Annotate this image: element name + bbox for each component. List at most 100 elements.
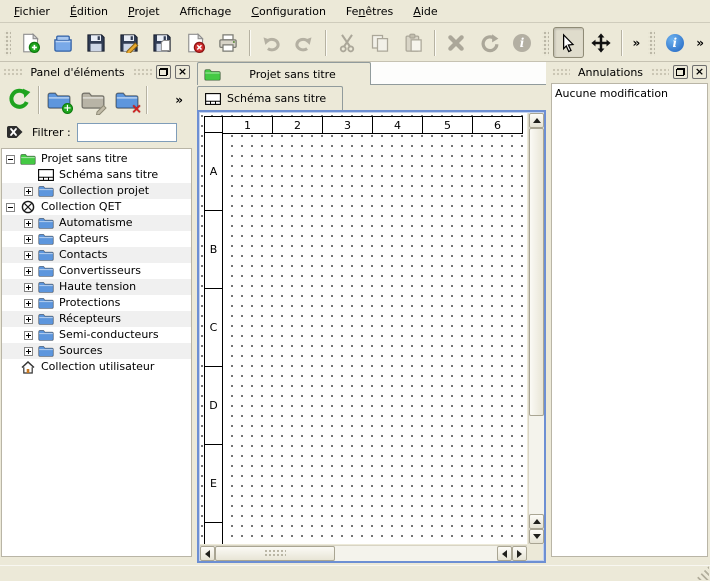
- expand-icon[interactable]: [24, 299, 33, 308]
- tree-item-collection-utilisateur[interactable]: Collection utilisateur: [2, 359, 191, 375]
- expand-icon[interactable]: [24, 251, 33, 260]
- undo-panel-title: Annulations: [574, 66, 647, 79]
- menu-projet[interactable]: Projet: [118, 0, 170, 23]
- info-button[interactable]: i: [507, 27, 538, 58]
- undo-panel-titlebar[interactable]: Annulations ×: [549, 62, 710, 82]
- delete-button[interactable]: [441, 27, 472, 58]
- scroll-track[interactable]: [529, 416, 544, 514]
- tree-item-project[interactable]: Projet sans titre: [2, 151, 191, 167]
- titlebar-texture: [651, 68, 669, 77]
- tree-item-semi-conducteurs[interactable]: Semi-conducteurs: [2, 327, 191, 343]
- reload-collections-button[interactable]: [4, 85, 34, 115]
- tree-item-automatisme[interactable]: Automatisme: [2, 215, 191, 231]
- expand-icon[interactable]: [24, 331, 33, 340]
- menu-aide[interactable]: Aide: [403, 0, 447, 23]
- horizontal-scrollbar[interactable]: [200, 545, 527, 561]
- expand-icon[interactable]: [24, 219, 33, 228]
- menu-edition[interactable]: Édition: [60, 0, 118, 23]
- float-panel-button[interactable]: [673, 65, 688, 79]
- print-button[interactable]: [213, 27, 244, 58]
- blue-folder-icon: [38, 265, 54, 278]
- expand-icon[interactable]: [24, 315, 33, 324]
- toolbar-separator: [325, 30, 327, 56]
- menu-fichier[interactable]: Fichier: [4, 0, 60, 23]
- vertical-scroll-thumb[interactable]: [529, 128, 544, 416]
- open-file-button[interactable]: [48, 27, 79, 58]
- toolbar-drag-handle[interactable]: [648, 30, 655, 56]
- undo-history-list[interactable]: Aucune modification: [551, 83, 708, 557]
- tree-item-protections[interactable]: Protections: [2, 295, 191, 311]
- tree-item-sources[interactable]: Sources: [2, 343, 191, 359]
- expand-icon[interactable]: [24, 347, 33, 356]
- expand-icon[interactable]: [24, 235, 33, 244]
- menu-affichage[interactable]: Affichage: [170, 0, 242, 23]
- toolbar-drag-handle[interactable]: [4, 30, 11, 56]
- scroll-right-button[interactable]: [512, 546, 527, 561]
- project-tab[interactable]: Projet sans titre: [197, 62, 371, 85]
- selection-tool-button[interactable]: [553, 27, 584, 58]
- move-tool-button[interactable]: [586, 27, 617, 58]
- scroll-up-button[interactable]: [529, 113, 544, 128]
- tree-item-contacts[interactable]: Contacts: [2, 247, 191, 263]
- filter-input[interactable]: [77, 123, 177, 142]
- resize-grip[interactable]: [695, 566, 709, 580]
- panel-overflow-button[interactable]: »: [171, 93, 187, 107]
- qet-logo-icon: [20, 201, 36, 214]
- menu-fenetres[interactable]: Fenêtres: [336, 0, 403, 23]
- float-panel-button[interactable]: [156, 65, 171, 79]
- diagram-canvas[interactable]: 1 2 3 4 5 6 A B C D E: [200, 113, 527, 544]
- menu-bar: Fichier Édition Projet Affichage Configu…: [0, 0, 710, 23]
- collapse-icon[interactable]: [6, 155, 15, 164]
- toolbar-overflow-button[interactable]: »: [628, 36, 644, 50]
- clear-filter-icon[interactable]: [6, 124, 26, 140]
- scroll-left-button[interactable]: [200, 546, 215, 561]
- expand-icon[interactable]: [24, 187, 33, 196]
- vertical-scrollbar[interactable]: [528, 113, 544, 544]
- new-document-button[interactable]: [15, 27, 46, 58]
- row-label: D: [204, 366, 223, 445]
- save-all-button[interactable]: [147, 27, 178, 58]
- save-button[interactable]: [81, 27, 112, 58]
- column-label: 4: [372, 116, 423, 134]
- cut-button[interactable]: [332, 27, 363, 58]
- scroll-track[interactable]: [335, 546, 497, 561]
- thumb-grip: [264, 549, 286, 558]
- close-panel-button[interactable]: ×: [692, 65, 707, 79]
- redo-button[interactable]: [289, 27, 320, 58]
- tree-item-capteurs[interactable]: Capteurs: [2, 231, 191, 247]
- blue-folder-icon: [38, 281, 54, 294]
- delete-category-button[interactable]: ×: [112, 85, 142, 115]
- tree-item-schema[interactable]: Schéma sans titre: [2, 167, 191, 183]
- menu-configuration[interactable]: Configuration: [241, 0, 336, 23]
- tree-item-collection-projet[interactable]: Collection projet: [2, 183, 191, 199]
- toolbar-overflow-button[interactable]: »: [692, 36, 708, 50]
- toolbar-separator: [249, 30, 251, 56]
- rotate-button[interactable]: [474, 27, 505, 58]
- toolbar-drag-handle[interactable]: [542, 30, 549, 56]
- diagram-window: 1 2 3 4 5 6 A B C D E: [197, 110, 546, 563]
- paste-button[interactable]: [398, 27, 429, 58]
- copy-button[interactable]: [365, 27, 396, 58]
- tree-item-haute-tension[interactable]: Haute tension: [2, 279, 191, 295]
- scroll-down-button[interactable]: [529, 529, 544, 544]
- project-info-button[interactable]: i: [659, 27, 690, 58]
- edit-category-button[interactable]: [78, 85, 108, 115]
- diagram-tab[interactable]: Schéma sans titre: [197, 86, 343, 110]
- expand-icon[interactable]: [24, 267, 33, 276]
- save-as-button[interactable]: [114, 27, 145, 58]
- collapse-icon[interactable]: [6, 203, 15, 212]
- expand-icon[interactable]: [24, 283, 33, 292]
- close-file-button[interactable]: [180, 27, 211, 58]
- tree-item-convertisseurs[interactable]: Convertisseurs: [2, 263, 191, 279]
- elements-panel-titlebar[interactable]: Panel d'éléments ×: [0, 62, 193, 82]
- tree-item-collection-qet[interactable]: Collection QET: [2, 199, 191, 215]
- close-panel-button[interactable]: ×: [175, 65, 190, 79]
- project-tab-label: Projet sans titre: [249, 68, 336, 81]
- new-category-button[interactable]: +: [44, 85, 74, 115]
- horizontal-scroll-thumb[interactable]: [215, 546, 335, 561]
- column-label: 5: [422, 116, 473, 134]
- undo-button[interactable]: [256, 27, 287, 58]
- tree-item-recepteurs[interactable]: Récepteurs: [2, 311, 191, 327]
- scroll-left-button[interactable]: [497, 546, 512, 561]
- scroll-up-button[interactable]: [529, 514, 544, 529]
